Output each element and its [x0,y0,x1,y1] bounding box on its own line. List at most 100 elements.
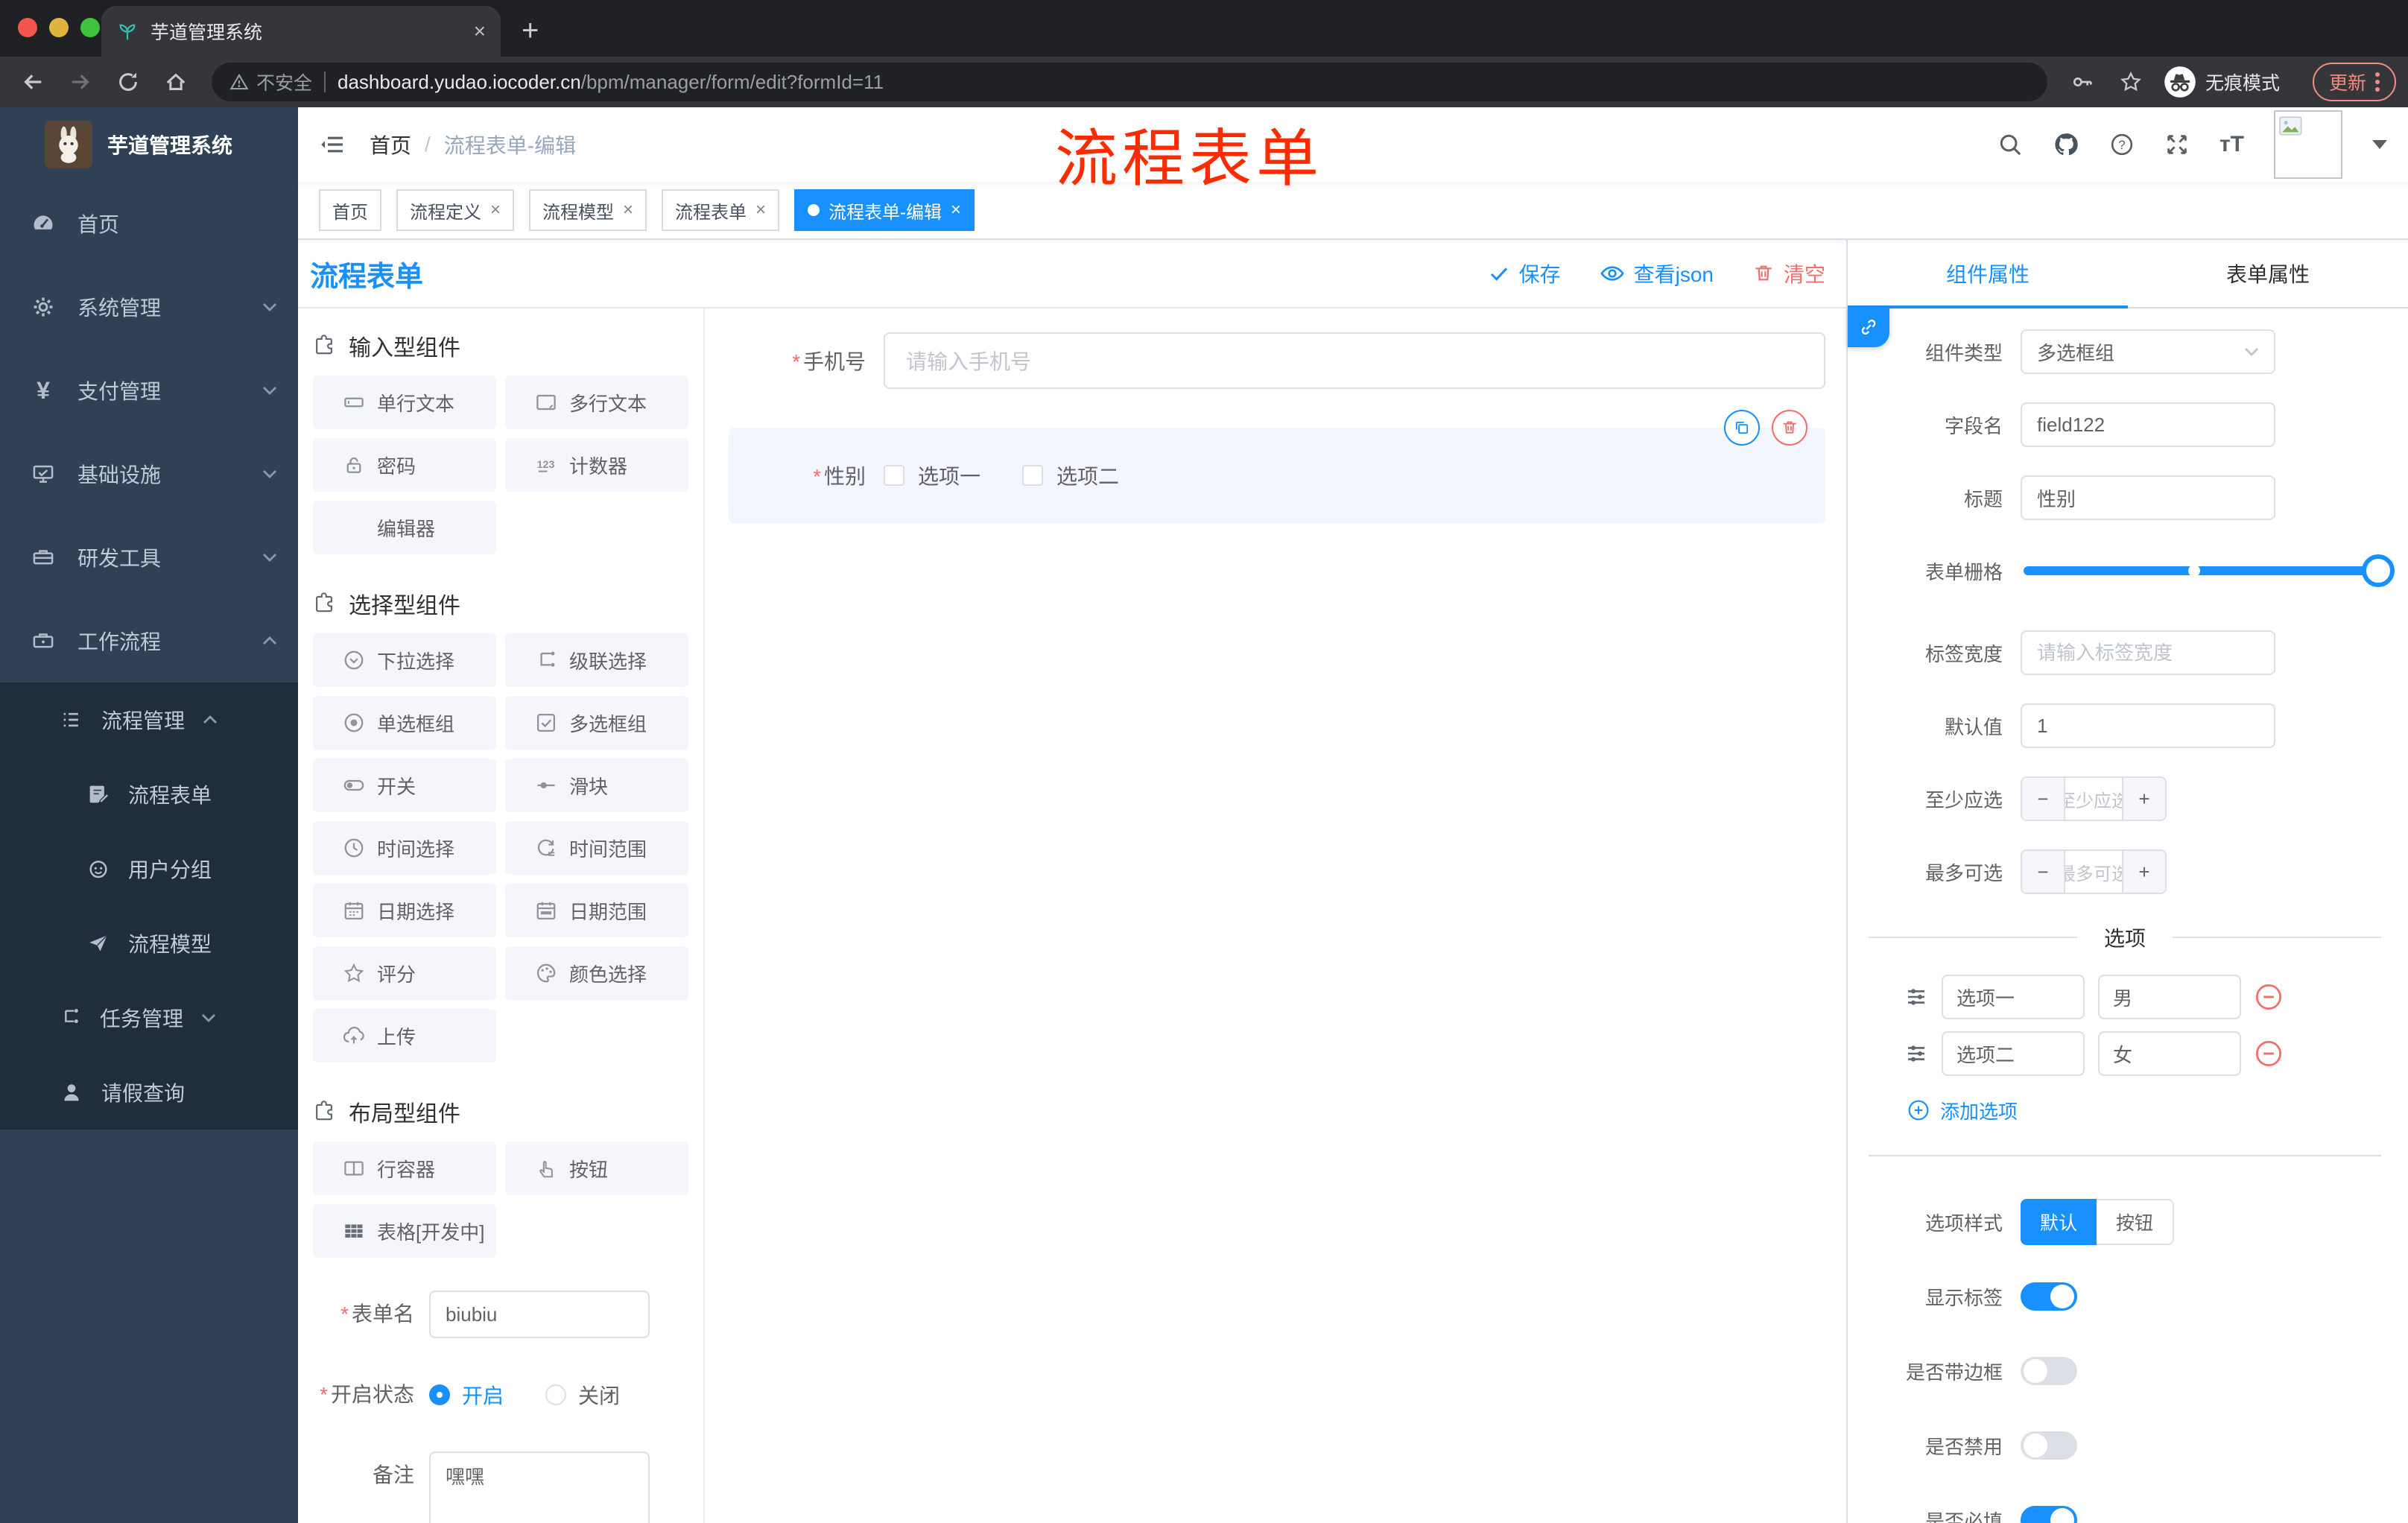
fullscreen-icon[interactable] [2164,132,2190,157]
home-icon[interactable] [155,61,197,103]
component-chip-slider[interactable]: 滑块 [505,759,688,812]
phone-input[interactable]: 请输入手机号 [884,332,1825,389]
sidebar-item-process-model[interactable]: 流程模型 [0,906,298,981]
component-chip-radio-group[interactable]: 单选框组 [313,696,496,750]
sidebar-item-infrastructure[interactable]: 基础设施 [0,432,298,516]
tag-close-icon[interactable]: × [490,200,501,221]
sidebar-item-leave-query[interactable]: 请假查询 [0,1055,298,1130]
component-chip-table[interactable]: 表格[开发中] [313,1204,496,1258]
option-label-input[interactable] [1942,1031,2085,1076]
option-value-input[interactable] [2098,975,2241,1019]
default-value-input[interactable] [2021,703,2275,748]
delete-component-button[interactable] [1772,410,1807,446]
style-default-button[interactable]: 默认 [2021,1199,2097,1245]
tab-component-properties[interactable]: 组件属性 [1848,240,2128,308]
component-chip-time-range[interactable]: 时间范围 [505,821,688,875]
hamburger-fold-icon[interactable] [319,131,346,158]
status-radio-closed[interactable]: 关闭 [545,1380,620,1410]
gender-checkbox-option2[interactable]: 选项二 [1022,460,1119,490]
max-select-stepper[interactable]: − 最多可选 + [2021,849,2167,894]
component-chip-switch[interactable]: 开关 [313,759,496,812]
canvas-field-phone[interactable]: * 手机号 请输入手机号 [729,332,1825,389]
show-label-toggle[interactable] [2021,1282,2077,1311]
component-chip-multi-line-text[interactable]: 多行文本 [505,376,688,429]
reload-icon[interactable] [107,61,149,103]
decrease-icon[interactable]: − [2022,851,2064,893]
breadcrumb-home[interactable]: 首页 [370,130,411,159]
component-chip-rate[interactable]: 评分 [313,946,496,1000]
option-label-input[interactable] [1942,975,2085,1019]
drag-handle-icon[interactable] [1904,1042,1928,1066]
tag-process-form[interactable]: 流程表单 × [662,189,780,231]
tag-home[interactable]: 首页 [319,189,381,231]
disabled-toggle[interactable] [2021,1431,2077,1460]
sidebar-item-home[interactable]: 首页 [0,182,298,265]
component-chip-date-picker[interactable]: 日期选择 [313,884,496,937]
component-chip-cascader[interactable]: 级联选择 [505,633,688,687]
font-size-icon[interactable]: ᴛT [2220,132,2244,157]
component-chip-checkbox-group[interactable]: 多选框组 [505,696,688,750]
new-tab-button[interactable]: + [522,14,539,48]
component-chip-date-range[interactable]: 日期范围 [505,884,688,937]
github-icon[interactable] [2053,131,2079,158]
tag-process-definition[interactable]: 流程定义 × [396,189,515,231]
site-security-warning[interactable]: 不安全 [229,69,312,95]
tab-form-properties[interactable]: 表单属性 [2128,240,2408,307]
view-json-button[interactable]: 查看json [1600,259,1714,288]
avatar-caret-icon[interactable] [2372,140,2387,149]
back-icon[interactable] [12,61,54,103]
component-chip-time-picker[interactable]: 时间选择 [313,821,496,875]
sidebar-item-user-groups[interactable]: 用户分组 [0,832,298,906]
status-radio-open[interactable]: 开启 [429,1380,504,1410]
add-option-button[interactable]: 添加选项 [1848,1095,2396,1125]
component-chip-single-line-text[interactable]: 单行文本 [313,376,496,429]
browser-menu-icon[interactable] [2375,72,2380,92]
required-toggle[interactable] [2021,1506,2077,1523]
tab-close-icon[interactable]: × [474,21,486,42]
bookmark-star-icon[interactable] [2110,61,2152,103]
sidebar-item-workflow[interactable]: 工作流程 [0,599,298,683]
title-input[interactable] [2021,475,2275,520]
increase-icon[interactable]: + [2123,778,2165,820]
tag-close-icon[interactable]: × [755,200,766,221]
browser-tab[interactable]: 芋道管理系统 × [101,6,501,57]
sidebar-item-task-management[interactable]: 任务管理 [0,981,298,1055]
component-chip-select[interactable]: 下拉选择 [313,633,496,687]
save-button[interactable]: 保存 [1488,259,1561,288]
drag-handle-icon[interactable] [1904,985,1928,1009]
remove-option-icon[interactable] [2255,983,2283,1011]
url-bar[interactable]: 不安全 dashboard.yudao.iocoder.cn/bpm/manag… [212,63,2047,101]
form-canvas[interactable]: * 手机号 请输入手机号 * 性别 选项一 选项二 [705,308,1846,1523]
component-chip-color-picker[interactable]: 颜色选择 [505,946,688,1000]
help-icon[interactable]: ? [2109,132,2135,157]
component-type-select[interactable]: 多选框组 [2021,329,2275,374]
with-border-toggle[interactable] [2021,1357,2077,1385]
max-select-value[interactable]: 最多可选 [2064,851,2123,893]
component-chip-password[interactable]: 密码 [313,438,496,492]
forward-icon[interactable] [60,61,101,103]
zoom-window-button[interactable] [80,18,100,37]
browser-update-button[interactable]: 更新 [2312,63,2396,101]
duplicate-component-button[interactable] [1724,410,1760,446]
clear-button[interactable]: 清空 [1752,259,1825,288]
tag-process-model[interactable]: 流程模型 × [529,189,647,231]
decrease-icon[interactable]: − [2022,778,2064,820]
option-value-input[interactable] [2098,1031,2241,1076]
minimize-window-button[interactable] [49,18,69,37]
canvas-field-gender-selected[interactable]: * 性别 选项一 选项二 [729,410,1825,523]
form-grid-slider[interactable] [2024,554,2395,587]
avatar[interactable] [2274,110,2342,179]
remove-option-icon[interactable] [2255,1039,2283,1068]
min-select-value[interactable]: 至少应选 [2064,778,2123,820]
sidebar-item-process-management[interactable]: 流程管理 [0,683,298,757]
style-button-button[interactable]: 按钮 [2097,1199,2175,1245]
increase-icon[interactable]: + [2123,851,2165,893]
app-logo-row[interactable]: 芋道管理系统 [0,107,298,182]
component-chip-row-container[interactable]: 行容器 [313,1142,496,1195]
component-chip-upload[interactable]: 上传 [313,1009,496,1063]
form-name-input[interactable] [429,1291,650,1338]
min-select-stepper[interactable]: − 至少应选 + [2021,776,2167,821]
sidebar-item-dev-tools[interactable]: 研发工具 [0,516,298,599]
sidebar-item-payment[interactable]: ¥ 支付管理 [0,349,298,432]
tag-close-icon[interactable]: × [951,200,961,221]
